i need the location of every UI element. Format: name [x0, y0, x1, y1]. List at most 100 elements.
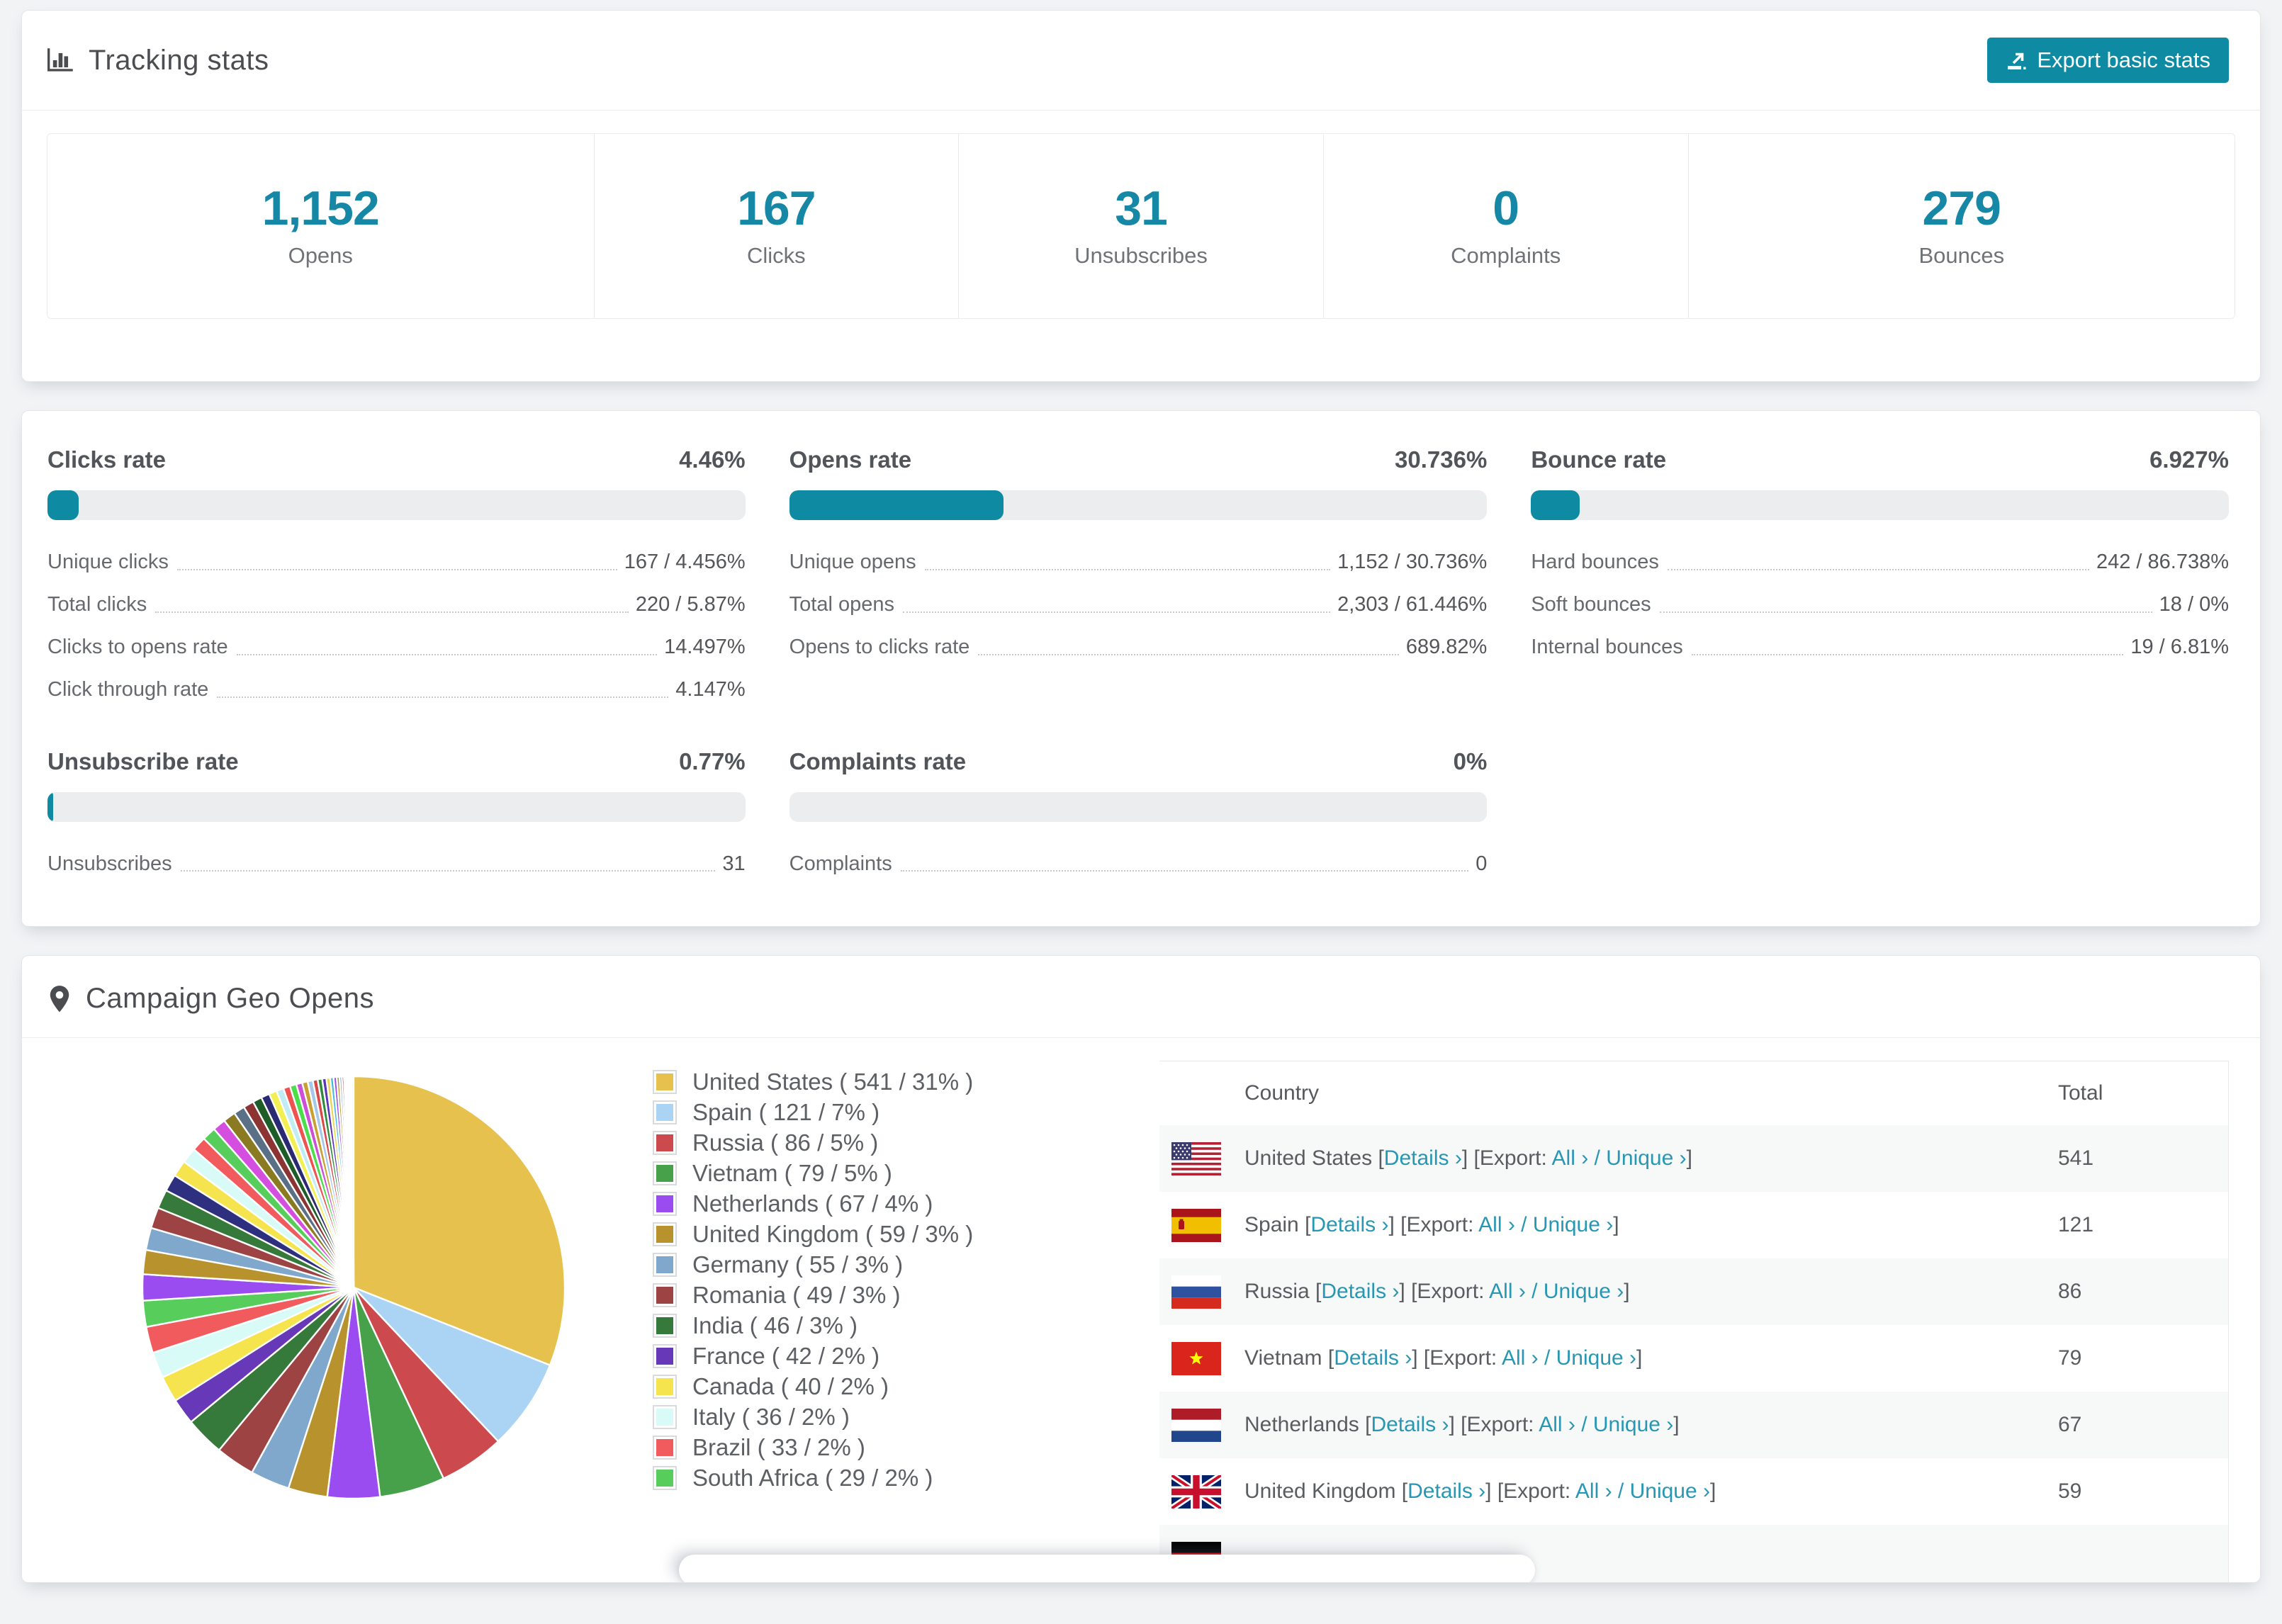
rate-section-header: Complaints rate 0% [789, 748, 1488, 775]
country-column-header: Country [1244, 1081, 1320, 1105]
stat-unsubscribes: 31 Unsubscribes [958, 134, 1323, 318]
legend-item-vietnam[interactable]: Vietnam ( 79 / 5% ) [653, 1158, 1159, 1188]
metric-label: Soft bounces [1531, 592, 1651, 616]
legend-label: India ( 46 / 3% ) [692, 1312, 858, 1338]
legend-label: Brazil ( 33 / 2% ) [692, 1433, 865, 1460]
legend-swatch [653, 1343, 677, 1368]
country-cell: United Kingdom [Details ›] [Export: All … [1244, 1479, 1716, 1504]
tracking-stats-header: Tracking stats Export basic stats [22, 11, 2260, 111]
total-column-header: Total [2058, 1081, 2103, 1105]
legend-item-united-states[interactable]: United States ( 541 / 31% ) [653, 1066, 1159, 1097]
export-unique-link[interactable]: Unique › [1606, 1146, 1686, 1170]
legend-label: Italy ( 36 / 2% ) [692, 1403, 850, 1430]
metric-value: 31 [722, 852, 746, 875]
export-all-link[interactable]: All › [1478, 1213, 1515, 1236]
legend-item-germany[interactable]: Germany ( 55 / 3% ) [653, 1249, 1159, 1280]
legend-swatch [653, 1282, 677, 1307]
page-title: Tracking stats [89, 44, 269, 76]
metric-value: 220 / 5.87% [635, 592, 746, 616]
rate-title: Unsubscribe rate [47, 748, 239, 774]
dotted-leader [900, 870, 1469, 872]
legend-item-italy[interactable]: Italy ( 36 / 2% ) [653, 1402, 1159, 1432]
stat-label: Opens [288, 243, 353, 268]
legend-label: Vietnam ( 79 / 5% ) [692, 1159, 892, 1186]
rate-value: 4.46% [679, 446, 746, 473]
legend-swatch [653, 1100, 677, 1124]
link-separator: / [1538, 1346, 1556, 1370]
details-link[interactable]: Details › [1407, 1479, 1485, 1503]
legend-item-romania[interactable]: Romania ( 49 / 3% ) [653, 1280, 1159, 1310]
export-basic-stats-button[interactable]: Export basic stats [1987, 38, 2229, 83]
legend-item-india[interactable]: India ( 46 / 3% ) [653, 1310, 1159, 1341]
details-link[interactable]: Details › [1321, 1280, 1399, 1303]
stat-value: 279 [1922, 181, 2001, 235]
pie-slice-other[interactable] [352, 1076, 355, 1289]
rate-title: Clicks rate [47, 446, 166, 473]
metric-row: Unique clicks 167 / 4.456% [47, 541, 746, 584]
progress-bar-fill [47, 791, 53, 822]
geo-table: Country Total United States [Details ›] … [1159, 1061, 2229, 1583]
details-link[interactable]: Details › [1384, 1146, 1462, 1170]
bar-chart-icon [47, 47, 74, 74]
rate-detail-rows: Unique clicks 167 / 4.456% Total clicks 220… [47, 541, 746, 711]
progress-bar [789, 490, 1488, 520]
export-all-link[interactable]: All › [1575, 1479, 1612, 1503]
vn-flag-icon [1171, 1341, 1221, 1375]
legend-label: Spain ( 121 / 7% ) [692, 1098, 880, 1125]
stat-label: Bounces [1918, 243, 2005, 268]
nl-flag-icon [1171, 1408, 1221, 1442]
rate-section-header: Unsubscribe rate 0.77% [47, 748, 746, 775]
export-unique-link[interactable]: Unique › [1630, 1479, 1710, 1503]
export-unique-link[interactable]: Unique › [1544, 1280, 1624, 1303]
rate-section-header: Bounce rate 6.927% [1531, 446, 2229, 473]
rate-value: 0% [1453, 748, 1488, 774]
geo-legend: United States ( 541 / 31% ) Spain ( 121 /… [613, 1038, 1159, 1493]
stat-label: Complaints [1451, 243, 1561, 268]
legend-swatch [653, 1161, 677, 1185]
rate-value: 30.736% [1395, 446, 1488, 473]
export-unique-link[interactable]: Unique › [1556, 1346, 1636, 1370]
legend-label: South Africa ( 29 / 2% ) [692, 1464, 933, 1491]
stat-bounces: 279 Bounces [1687, 134, 2235, 318]
legend-label: Canada ( 40 / 2% ) [692, 1372, 889, 1399]
details-link[interactable]: Details › [1310, 1213, 1388, 1236]
dotted-leader [217, 696, 669, 698]
metric-row: Internal bounces 19 / 6.81% [1531, 626, 2229, 669]
legend-item-spain[interactable]: Spain ( 121 / 7% ) [653, 1097, 1159, 1127]
export-all-link[interactable]: All › [1489, 1280, 1526, 1303]
export-all-link[interactable]: All › [1502, 1346, 1539, 1370]
legend-item-france[interactable]: France ( 42 / 2% ) [653, 1341, 1159, 1371]
metric-label: Total opens [789, 592, 894, 616]
export-all-link[interactable]: All › [1552, 1146, 1589, 1170]
table-row-vietnam: Vietnam [Details ›] [Export: All › / Uni… [1159, 1325, 2228, 1392]
legend-item-united-kingdom[interactable]: United Kingdom ( 59 / 3% ) [653, 1219, 1159, 1249]
horizontal-scrollbar[interactable] [679, 1555, 1535, 1583]
rate-section-complaints-rate: Complaints rate 0% Complaints 0 [789, 748, 1488, 886]
legend-item-netherlands[interactable]: Netherlands ( 67 / 4% ) [653, 1188, 1159, 1219]
legend-item-south-africa[interactable]: South Africa ( 29 / 2% ) [653, 1462, 1159, 1493]
stat-value: 167 [737, 181, 816, 235]
rate-value: 0.77% [679, 748, 746, 774]
export-unique-link[interactable]: Unique › [1533, 1213, 1613, 1236]
geo-table-header: Country Total [1159, 1061, 2228, 1125]
export-all-link[interactable]: All › [1539, 1413, 1575, 1436]
metric-label: Clicks to opens rate [47, 635, 228, 658]
ru-flag-icon [1171, 1275, 1221, 1309]
rate-detail-rows: Hard bounces 242 / 86.738% Soft bounces 18 … [1531, 541, 2229, 669]
legend-item-russia[interactable]: Russia ( 86 / 5% ) [653, 1127, 1159, 1158]
stat-value: 31 [1115, 181, 1168, 235]
table-row-united-kingdom: United Kingdom [Details ›] [Export: All … [1159, 1458, 2228, 1525]
dotted-leader [902, 611, 1331, 613]
details-link[interactable]: Details › [1334, 1346, 1412, 1370]
metric-row: Total opens 2,303 / 61.446% [789, 584, 1488, 626]
details-link[interactable]: Details › [1371, 1413, 1449, 1436]
export-unique-link[interactable]: Unique › [1593, 1413, 1673, 1436]
metric-label: Complaints [789, 852, 892, 875]
country-cell: Spain [Details ›] [Export: All › / Uniqu… [1244, 1213, 1619, 1237]
metric-value: 167 / 4.456% [624, 551, 746, 573]
rate-section-header: Opens rate 30.736% [789, 446, 1488, 473]
legend-item-brazil[interactable]: Brazil ( 33 / 2% ) [653, 1432, 1159, 1462]
stat-label: Clicks [747, 243, 806, 268]
rate-detail-rows: Unsubscribes 31 [47, 843, 746, 886]
legend-item-canada[interactable]: Canada ( 40 / 2% ) [653, 1371, 1159, 1402]
